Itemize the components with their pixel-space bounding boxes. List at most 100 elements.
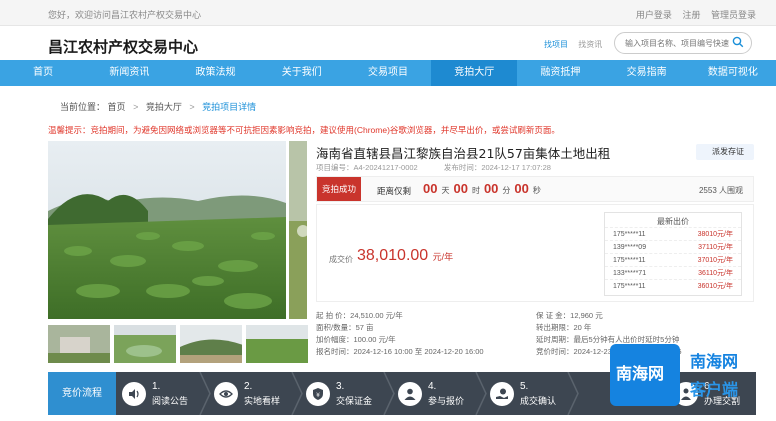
- bid-row: 175*****11 36010元/年: [605, 279, 741, 292]
- watermark-subtitle: 客户端: [690, 380, 739, 399]
- publish-time: 发布时间：2024-12-17 17:07:28: [443, 163, 551, 172]
- bid-user: 175*****11: [613, 283, 646, 290]
- chevron-right-icon: [291, 372, 303, 415]
- certificate-button[interactable]: 派发存证: [696, 144, 754, 160]
- deal-price-label: 成交价: [329, 255, 353, 264]
- step-label: 参与报价: [428, 396, 465, 406]
- param-term: 转出期限：20 年: [536, 323, 592, 332]
- breadcrumb: 当前位置： 首页 > 竞拍大厅 > 竞拍项目详情: [60, 100, 256, 113]
- hand-coin-icon: [496, 388, 508, 399]
- project-title: 海南省直辖县昌江黎族自治县21队57亩集体土地出租: [316, 146, 611, 161]
- register-link[interactable]: 注册: [682, 10, 700, 20]
- watermark-logo-text: 南海网: [616, 364, 665, 383]
- breadcrumb-arrow: >: [189, 102, 195, 112]
- nav-auction-hall[interactable]: 竞拍大厅: [431, 60, 518, 86]
- chevron-right-icon: [383, 372, 395, 415]
- bid-user: 133*****71: [613, 270, 647, 277]
- param-deposit: 保 证 金：12,960 元: [536, 311, 603, 320]
- project-code: 项目编号：A4-20241217-0002: [316, 163, 418, 172]
- nav-news[interactable]: 新闻资讯: [86, 60, 172, 86]
- bid-price: 38010元/年: [697, 231, 733, 238]
- bid-user: 175*****11: [613, 257, 646, 264]
- speaker-icon: [129, 389, 139, 399]
- site-header: 昌江农村产权交易中心 找项目 找资讯: [0, 26, 776, 60]
- step-label: 阅读公告: [152, 396, 189, 406]
- top-links: 用户登录 注册 管理员登录: [628, 8, 756, 21]
- latest-bids-title: 最新出价: [657, 217, 689, 226]
- svg-text:¥: ¥: [316, 392, 320, 399]
- find-news-link[interactable]: 找资讯: [578, 40, 602, 49]
- countdown-unit: 时: [471, 186, 480, 195]
- chevron-right-icon: [475, 372, 487, 415]
- thumbnail[interactable]: [48, 325, 110, 363]
- user-login-link[interactable]: 用户登录: [636, 10, 672, 20]
- process-title: 竞价流程: [48, 372, 116, 415]
- chevron-right-icon: [199, 372, 211, 415]
- welcome-text: 您好，欢迎访问昌江农村产权交易中心: [48, 10, 202, 20]
- auction-status-row: 竞拍成功 距离仅剩 00 天 00 时 00 分 00 秒 2553 人围观: [316, 176, 754, 202]
- main-nav: 首页 新闻资讯 政策法规 关于我们 交易项目 竞拍大厅 融资抵押 交易指南 数据…: [0, 60, 776, 86]
- countdown-unit: 分: [502, 186, 511, 195]
- step-label: 成交确认: [520, 396, 557, 406]
- nav-projects[interactable]: 交易项目: [345, 60, 431, 86]
- bid-row: 175*****11 37010元/年: [605, 253, 741, 266]
- viewer-count: 2553 人围观: [698, 186, 743, 195]
- land-photo-next[interactable]: [289, 141, 307, 319]
- breadcrumb-current: 竞拍项目详情: [202, 102, 257, 112]
- shield-icon: ¥: [313, 388, 323, 400]
- bid-user: 175*****11: [613, 231, 646, 238]
- nav-policy[interactable]: 政策法规: [172, 60, 258, 86]
- nav-financing[interactable]: 融资抵押: [517, 60, 603, 86]
- countdown-label: 距离仅剩: [377, 186, 412, 196]
- deal-price-unit: 元/年: [432, 252, 454, 262]
- countdown-minutes: 00: [483, 181, 499, 196]
- find-project-link[interactable]: 找项目: [544, 40, 568, 49]
- countdown-hours: 00: [453, 181, 468, 196]
- photo-thumbnails: [48, 325, 308, 363]
- param-signup-time: 报名时间：2024-12-16 10:00 至 2024-12-20 16:00: [316, 347, 484, 356]
- step-number: 4.: [428, 381, 437, 392]
- site-brand[interactable]: 昌江农村产权交易中心: [48, 36, 198, 57]
- breadcrumb-arrow: >: [133, 102, 139, 112]
- admin-login-link[interactable]: 管理员登录: [711, 10, 756, 20]
- breadcrumb-home[interactable]: 首页: [108, 102, 126, 112]
- thumbnail[interactable]: [114, 325, 176, 363]
- nav-home[interactable]: 首页: [0, 60, 86, 86]
- thumbnail[interactable]: [246, 325, 308, 363]
- deal-price-value: 38,010.00: [357, 247, 429, 264]
- eye-icon: [219, 390, 233, 398]
- bid-row: 139*****09 37110元/年: [605, 240, 741, 253]
- thumbnail[interactable]: [180, 325, 242, 363]
- param-area: 面积/数量：57 亩: [316, 323, 374, 332]
- countdown-unit: 天: [441, 186, 450, 195]
- step-number: 5.: [520, 381, 529, 392]
- countdown-timer: 00 天 00 时 00 分 00 秒: [423, 181, 545, 196]
- bid-price: 37110元/年: [698, 244, 733, 251]
- watermark-title: 南海网: [690, 352, 739, 371]
- status-badge: 竞拍成功: [317, 177, 361, 201]
- bid-row: 133*****71 36110元/年: [605, 266, 741, 279]
- bid-price: 36010元/年: [697, 283, 733, 290]
- bid-row: 175*****11 38010元/年: [605, 227, 741, 240]
- project-meta: 项目编号：A4-20241217-0002 发布时间：2024-12-17 17…: [316, 162, 551, 173]
- nav-guide[interactable]: 交易指南: [604, 60, 690, 86]
- breadcrumb-hall[interactable]: 竞拍大厅: [146, 102, 182, 112]
- countdown-days: 00: [423, 181, 438, 196]
- deal-price: 38,010.00 元/年: [357, 247, 453, 265]
- step-number: 3.: [336, 381, 345, 392]
- latest-bids-panel: 最新出价 175*****11 38010元/年 139*****09 37110元…: [604, 212, 742, 296]
- user-icon: [404, 388, 416, 400]
- nav-about[interactable]: 关于我们: [259, 60, 345, 86]
- header-search-modes: 找项目 找资讯: [544, 39, 610, 50]
- param-start-price: 起 拍 价：24,510.00 元/年: [316, 311, 403, 320]
- land-photo-main[interactable]: [48, 141, 286, 319]
- bid-user: 139*****09: [613, 244, 647, 251]
- breadcrumb-label: 当前位置：: [60, 102, 106, 112]
- step-label: 实地看样: [244, 396, 281, 406]
- nav-data-viz[interactable]: 数据可视化: [690, 60, 776, 86]
- step-label: 交保证金: [336, 396, 373, 406]
- top-bar: 您好，欢迎访问昌江农村产权交易中心 用户登录 注册 管理员登录: [0, 0, 776, 26]
- countdown-seconds: 00: [514, 181, 529, 196]
- deal-price-panel: 成交价 38,010.00 元/年 最新出价 175*****11 38010元/…: [316, 204, 754, 302]
- search-icon[interactable]: [732, 36, 744, 48]
